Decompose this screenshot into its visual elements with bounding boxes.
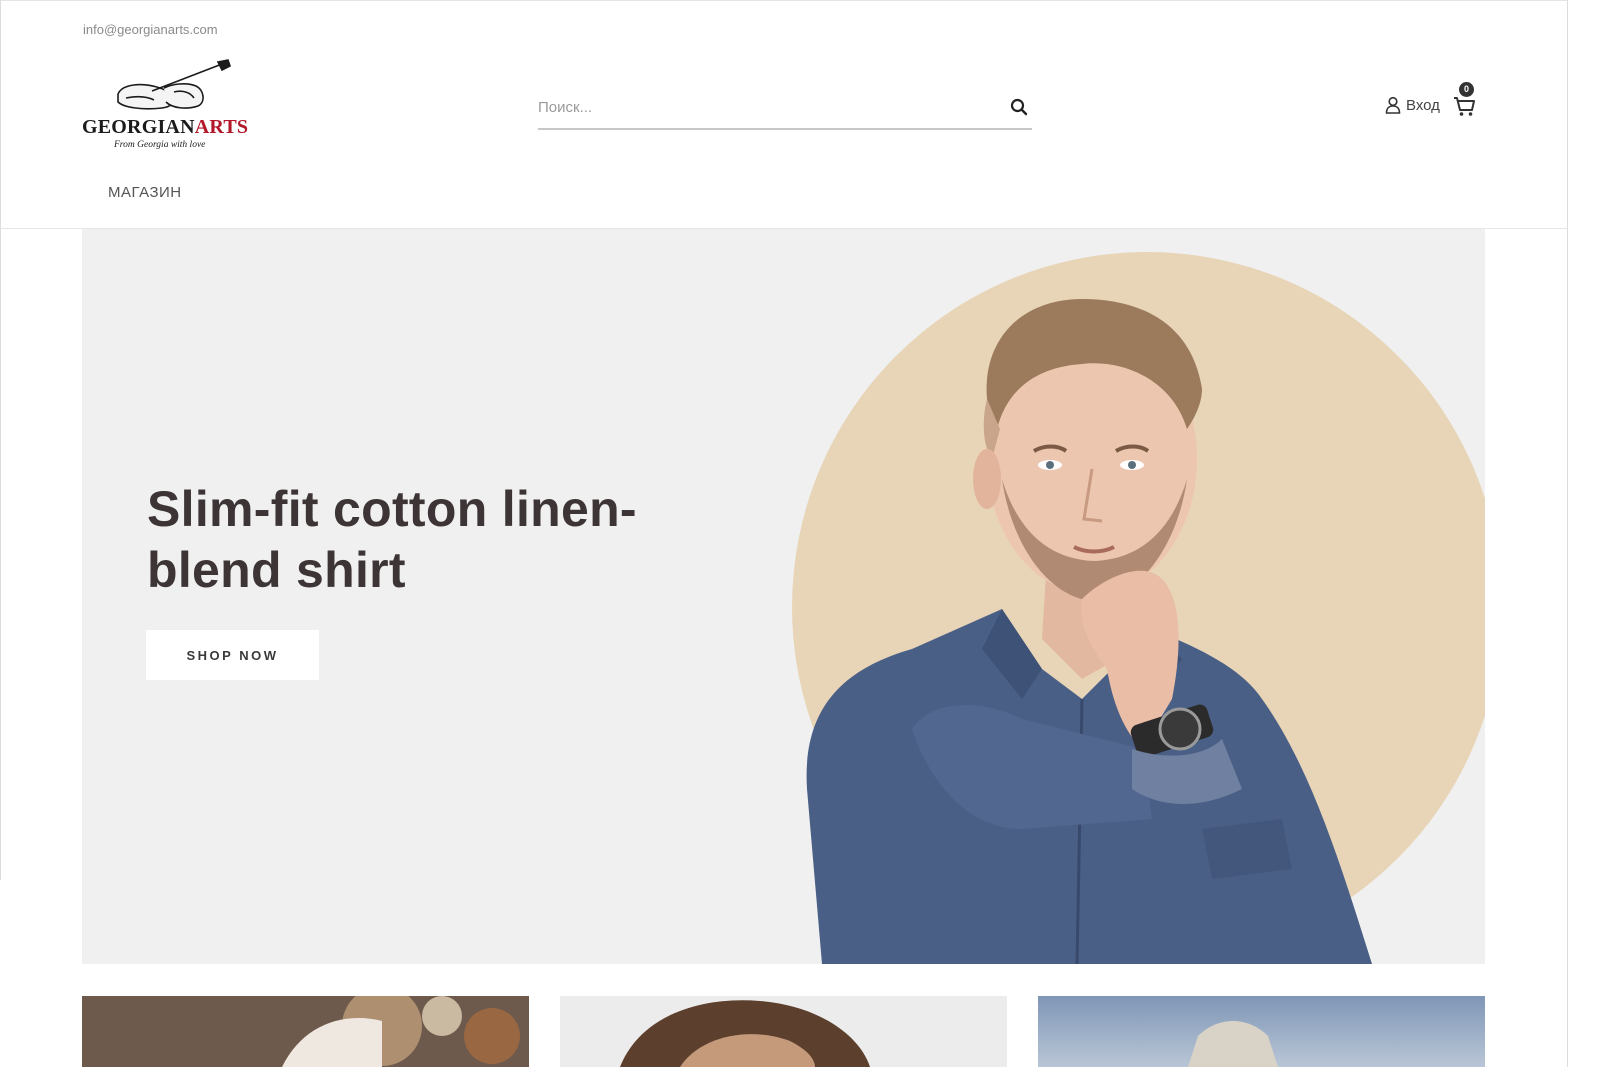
hero-banner: Slim-fit cotton linen-blend shirt SHOP N…	[82, 229, 1485, 964]
hero-title: Slim-fit cotton linen-blend shirt	[147, 481, 637, 598]
site-logo[interactable]: GEORGIANARTS From Georgia with love	[82, 58, 252, 158]
promo-card-1-image	[82, 996, 529, 1067]
promo-card-3-image	[1038, 996, 1485, 1067]
logo-word-arts: ARTS	[194, 116, 249, 138]
user-icon	[1385, 96, 1401, 114]
page-frame-left	[0, 0, 1, 880]
hero-model-image	[792, 252, 1485, 964]
page-frame-right	[1567, 0, 1568, 1067]
search-bar	[538, 88, 1032, 130]
panduri-logo-icon	[117, 59, 231, 110]
logo-wordmark: GEORGIANARTS	[82, 116, 248, 139]
promo-card-2-image	[560, 996, 1007, 1067]
nav-item-shop[interactable]: МАГАЗИН	[108, 184, 182, 201]
shop-now-button[interactable]: SHOP NOW	[146, 630, 319, 680]
logo-word-georgian: GEORGIAN	[82, 116, 195, 138]
cart-count-badge: 0	[1459, 82, 1474, 97]
login-link[interactable]: Вход	[1385, 96, 1440, 114]
search-input[interactable]	[538, 94, 978, 120]
promo-card-3[interactable]	[1038, 996, 1485, 1067]
promo-card-2[interactable]	[560, 996, 1007, 1067]
logo-tagline: From Georgia with love	[114, 140, 206, 150]
contact-email-link[interactable]: info@georgianarts.com	[83, 22, 218, 37]
promo-card-1[interactable]	[82, 996, 529, 1067]
search-icon[interactable]	[1008, 96, 1030, 118]
page-frame-top	[0, 0, 1568, 1]
login-label: Вход	[1406, 96, 1440, 114]
